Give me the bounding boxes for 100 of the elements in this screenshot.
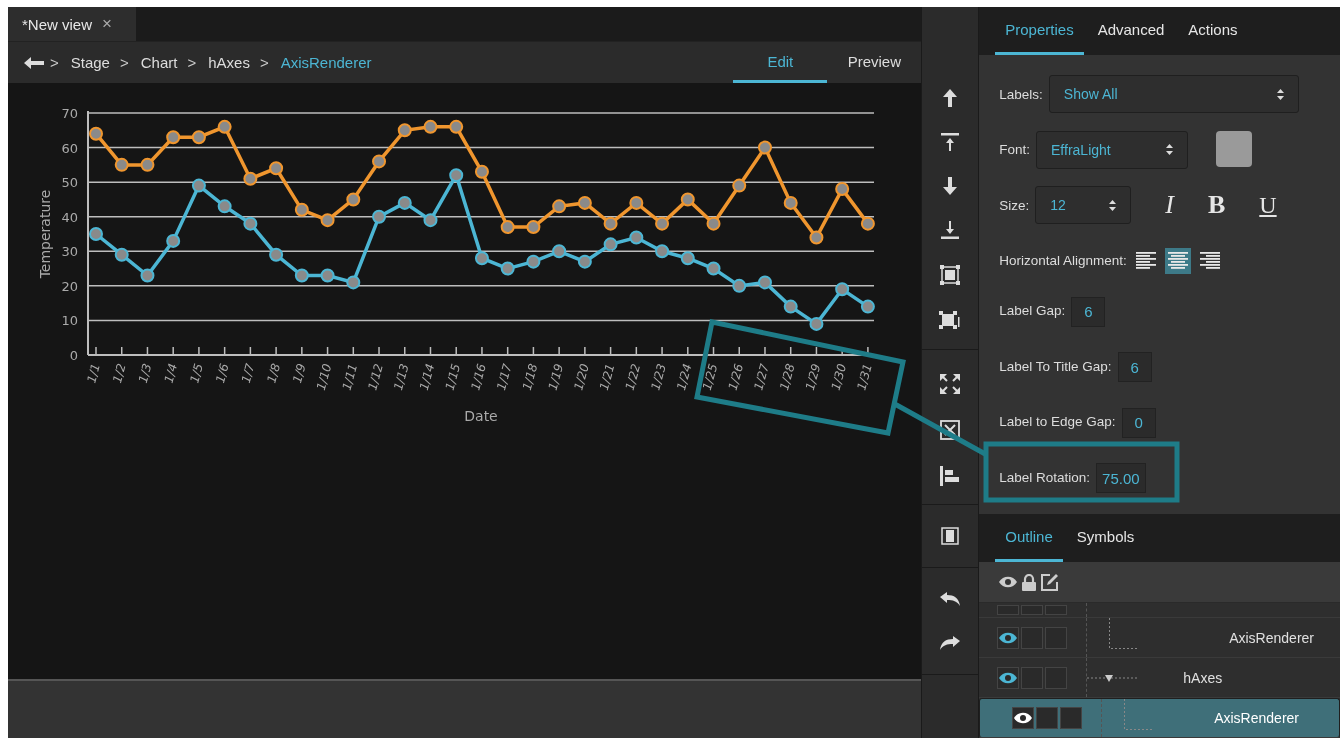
data-point (372, 209, 387, 224)
data-point (449, 168, 464, 183)
eye-icon[interactable] (999, 671, 1018, 684)
data-point (500, 220, 515, 235)
data-point (860, 216, 875, 231)
data-point (294, 202, 309, 217)
x-tick-label: 1/29 (802, 362, 824, 392)
data-point (680, 251, 695, 266)
dropdown[interactable]: Show All (1048, 75, 1299, 113)
dropdown[interactable]: EffraLight (1036, 130, 1189, 169)
data-point (217, 199, 232, 214)
data-point (835, 282, 850, 297)
data-point (243, 216, 258, 231)
data-point (552, 199, 567, 214)
eye-icon[interactable] (999, 576, 1018, 588)
mode-tab[interactable]: Preview (827, 42, 922, 83)
breadcrumb-separator: > (119, 54, 129, 71)
tree-connector (1124, 699, 1154, 730)
outline-label: AxisRenderer (1214, 710, 1299, 726)
data-point (217, 119, 232, 134)
align-left-icon[interactable] (940, 466, 961, 486)
x-tick-label: 1/26 (725, 362, 747, 392)
property-label: Labels: (999, 85, 1043, 104)
text-style-button[interactable]: B (1195, 186, 1238, 225)
data-point (269, 247, 284, 262)
y-axis-title: Temperature (37, 189, 53, 279)
data-point (89, 126, 103, 141)
x-tick-label: 1/22 (622, 362, 644, 392)
eye-icon[interactable] (1014, 712, 1033, 724)
x-tick-label: 1/9 (290, 362, 309, 385)
breadcrumb-item[interactable]: hAxes (208, 54, 250, 71)
data-point (423, 119, 438, 134)
move-down-icon[interactable] (943, 177, 958, 195)
data-point (191, 178, 206, 193)
data-point (603, 216, 618, 231)
breadcrumb-separator: > (187, 54, 197, 71)
number-field[interactable]: 0 (1121, 407, 1156, 438)
breadcrumb-item[interactable]: AxisRenderer (280, 54, 372, 71)
panel-icon[interactable] (941, 527, 960, 545)
close-icon[interactable]: × (102, 14, 112, 34)
number-field[interactable]: 6 (1071, 296, 1106, 327)
data-point (706, 216, 721, 231)
text-style-button[interactable]: U (1247, 186, 1289, 225)
panel-tab[interactable]: Symbols (1066, 514, 1145, 562)
undo-icon[interactable] (940, 592, 961, 606)
data-point (372, 154, 387, 169)
redo-icon[interactable] (940, 636, 961, 650)
data-point (114, 157, 129, 172)
lock-icon[interactable] (1022, 573, 1037, 591)
outline-row[interactable]: AxisRenderer (979, 698, 1340, 738)
data-point (655, 216, 670, 231)
resize-frame-icon[interactable] (939, 311, 962, 331)
number-field[interactable]: 75.00 (1096, 463, 1146, 494)
select-frame-icon[interactable] (940, 265, 961, 285)
back-arrow-icon[interactable] (24, 56, 44, 69)
alignment-button[interactable] (1164, 247, 1191, 274)
outline-label: AxisRenderer (1229, 629, 1314, 646)
move-up-icon[interactable] (943, 89, 958, 107)
panel-tab[interactable]: Advanced (1087, 7, 1175, 55)
data-point (397, 123, 412, 138)
data-point (783, 195, 798, 210)
data-point (243, 171, 258, 186)
y-tick-label: 20 (61, 278, 78, 294)
data-point (860, 299, 875, 314)
data-point (140, 268, 155, 283)
data-point (397, 195, 412, 210)
panel-tab[interactable]: Properties (995, 7, 1084, 55)
number-field[interactable]: 6 (1117, 352, 1152, 383)
x-axis-title: Date (464, 408, 498, 424)
x-tick-label: 1/25 (699, 362, 721, 392)
data-point (294, 268, 309, 283)
eye-icon[interactable] (999, 631, 1018, 644)
data-point (474, 164, 489, 179)
document-tab[interactable]: *New view × (8, 7, 136, 41)
property-label: Horizontal Alignment: (999, 252, 1127, 271)
property-label: Label to Edge Gap: (999, 413, 1116, 432)
outline-row[interactable]: AxisRenderer (979, 618, 1340, 658)
breadcrumb-item[interactable]: Chart (140, 54, 178, 71)
expand-icon[interactable] (940, 374, 961, 394)
outline-row[interactable]: hAxes (979, 658, 1340, 698)
data-point (166, 130, 181, 145)
fit-box-icon[interactable] (940, 420, 961, 440)
x-tick-label: 1/23 (648, 362, 669, 392)
move-to-bottom-icon[interactable] (941, 221, 960, 239)
dropdown[interactable]: 12 (1035, 186, 1132, 225)
edit-icon[interactable] (1041, 573, 1059, 591)
data-point (423, 213, 438, 228)
panel-tab[interactable]: Actions (1178, 7, 1248, 55)
color-swatch[interactable] (1216, 130, 1253, 167)
data-point (89, 227, 103, 241)
x-tick-label: 1/20 (571, 362, 592, 392)
x-tick-label: 1/10 (313, 362, 335, 392)
breadcrumb-item[interactable]: Stage (70, 54, 110, 71)
data-point (629, 195, 644, 210)
text-style-button[interactable]: I (1153, 186, 1186, 225)
data-point (758, 275, 772, 290)
x-tick-label: 1/27 (751, 362, 772, 392)
data-point (346, 192, 361, 207)
move-to-top-icon[interactable] (941, 133, 960, 151)
x-tick-label: 1/14 (416, 362, 438, 392)
